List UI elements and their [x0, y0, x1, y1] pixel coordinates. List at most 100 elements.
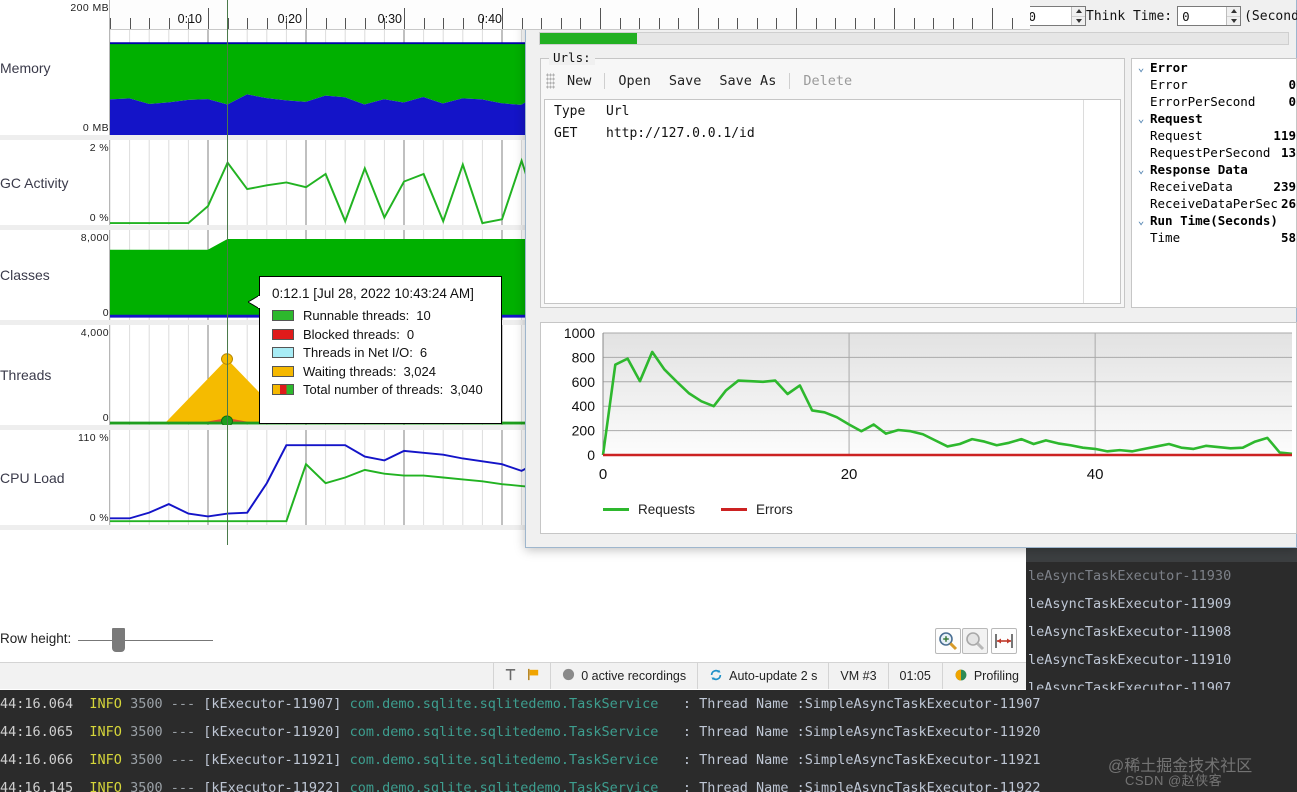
metrics-group-row[interactable]: ⌄ Run Time(Seconds)	[1132, 212, 1296, 229]
auto-update-label: Auto-update 2 s	[729, 669, 818, 683]
time-tick	[580, 18, 582, 29]
vm-cell[interactable]: VM #3	[828, 663, 887, 689]
urls-save-button[interactable]: Save	[660, 71, 711, 91]
time-tick	[306, 8, 307, 29]
list-item[interactable]: leAsyncTaskExecutor-11910	[1026, 646, 1297, 674]
time-tick	[462, 18, 464, 29]
urls-save-as-button[interactable]: Save As	[710, 71, 785, 91]
metrics-child-row[interactable]: RequestPerSecond 13	[1132, 144, 1296, 161]
row-height-label: Row height:	[0, 631, 72, 646]
chevron-down-icon[interactable]: ⌄	[1132, 214, 1150, 227]
metrics-row-value: 13	[1280, 145, 1296, 160]
zoom-out-icon[interactable]	[962, 628, 988, 654]
threads-axis-max: 4,000	[80, 327, 109, 339]
metrics-row-value: 239	[1273, 179, 1296, 194]
zoom-fit-icon[interactable]	[991, 628, 1017, 654]
time-tick	[247, 18, 249, 29]
auto-update-cell[interactable]: Auto-update 2 s	[697, 663, 828, 689]
time-cursor-line[interactable]	[227, 0, 228, 545]
chevron-down-icon[interactable]: ⌄	[1132, 112, 1150, 125]
log-line[interactable]: 44:16.065 INFO 3500 --- [kExecutor-11920…	[0, 718, 1297, 746]
toolbar-grip[interactable]	[546, 73, 555, 89]
time-tick	[933, 18, 935, 29]
urls-open-button[interactable]: Open	[609, 71, 660, 91]
tooltip-row: Waiting threads: 3,024	[272, 364, 489, 379]
metrics-tree[interactable]: ⌄ Error Error 0 ErrorPerSecond 0 ⌄ Request Reque…	[1131, 58, 1297, 308]
pin-icon[interactable]	[503, 667, 518, 685]
tooltip-row: Runnable threads: 10	[272, 308, 489, 323]
urls-legend-label: Urls:	[549, 50, 595, 65]
time-tick	[854, 18, 856, 29]
log-line[interactable]: 44:16.066 INFO 3500 --- [kExecutor-11921…	[0, 746, 1297, 774]
list-item[interactable]: leAsyncTaskExecutor-11907	[1026, 674, 1297, 690]
urls-delete-button[interactable]: Delete	[794, 71, 861, 91]
think-time-stepper-buttons[interactable]	[1226, 7, 1241, 26]
time-tick-label: 0:40	[477, 12, 502, 26]
log-line[interactable]: 44:16.064 INFO 3500 --- [kExecutor-11907…	[0, 690, 1297, 718]
metrics-group-row[interactable]: ⌄ Response Data	[1132, 161, 1296, 178]
memory-label: Memory	[0, 59, 51, 76]
log-thread: [kExecutor-11920]	[203, 724, 342, 740]
time-tick	[168, 18, 170, 29]
metrics-child-row[interactable]: ErrorPerSecond 0	[1132, 93, 1296, 110]
log-line[interactable]: 44:16.145 INFO 3500 --- [kExecutor-11922…	[0, 774, 1297, 792]
thread-name-list[interactable]: leAsyncTaskExecutor-11930 leAsyncTaskExec…	[1026, 545, 1297, 690]
chevron-down-icon[interactable]: ⌄	[1132, 61, 1150, 74]
requests-errors-chart[interactable]: 0 200 400 600 800 1000 0 20 40 Requests Errors	[540, 322, 1297, 534]
metrics-group-row[interactable]: ⌄ Error	[1132, 59, 1296, 76]
urls-toolbar[interactable]: New Open Save Save As Delete	[542, 67, 1123, 95]
log-thread: [kExecutor-11921]	[203, 752, 342, 768]
zoom-in-icon[interactable]	[935, 628, 961, 654]
profiling-cell[interactable]: Profiling	[941, 663, 1030, 689]
refresh-icon	[709, 668, 723, 685]
legend-item-requests[interactable]: Requests	[603, 502, 695, 517]
time-tick	[619, 18, 621, 29]
metrics-child-row[interactable]: ReceiveData 239	[1132, 178, 1296, 195]
log-thread: [kExecutor-11907]	[203, 696, 342, 712]
chart-y-tick-label: 1000	[564, 325, 595, 341]
time-tick	[110, 18, 111, 29]
load-test-dialog[interactable]: Time: 10 (Minutes) Requests: 1000	[525, 0, 1297, 548]
metrics-group-row[interactable]: ⌄ Request	[1132, 110, 1296, 127]
list-item[interactable]: leAsyncTaskExecutor-11908	[1026, 618, 1297, 646]
table-row[interactable]: GET http://127.0.0.1/id	[545, 122, 1120, 144]
urls-column-divider[interactable]	[1083, 100, 1084, 303]
profiling-icon	[954, 668, 968, 685]
think-time-stepper-down[interactable]	[1227, 17, 1240, 26]
elapsed-cell: 01:05	[887, 663, 942, 689]
metrics-row-name: Error	[1150, 60, 1188, 75]
metrics-row-name: RequestPerSecond	[1150, 145, 1271, 160]
chevron-down-icon[interactable]: ⌄	[1132, 163, 1150, 176]
tooltip-row-label: Blocked threads:	[303, 326, 400, 342]
tooltip-pointer	[248, 295, 260, 309]
metrics-child-row[interactable]: Error 0	[1132, 76, 1296, 93]
urls-new-button[interactable]: New	[558, 71, 600, 91]
status-bar-icon-group[interactable]	[493, 663, 550, 689]
active-recordings-label: 0 active recordings	[581, 669, 687, 683]
legend-line-errors	[721, 507, 748, 511]
tooltip-color-swatch	[272, 384, 294, 395]
time-tick	[325, 18, 327, 29]
legend-item-errors[interactable]: Errors	[721, 502, 793, 517]
think-time-input[interactable]: 0	[1178, 7, 1226, 25]
time-axis-ruler[interactable]: 0:10 0:20 0:30 0:40	[110, 0, 1030, 30]
metrics-child-row[interactable]: Request 119	[1132, 127, 1296, 144]
row-height-slider-thumb[interactable]	[112, 628, 125, 652]
urls-table[interactable]: Type Url GET http://127.0.0.1/id	[544, 99, 1121, 304]
metrics-child-row[interactable]: ReceiveDataPerSecond26	[1132, 195, 1296, 212]
console-log[interactable]: 44:16.064 INFO 3500 --- [kExecutor-11907…	[0, 690, 1297, 792]
list-item[interactable]: leAsyncTaskExecutor-11930	[1026, 562, 1297, 590]
users-stepper-down[interactable]	[1072, 17, 1085, 26]
users-stepper-up[interactable]	[1072, 7, 1086, 17]
thread-list-body[interactable]: leAsyncTaskExecutor-11930 leAsyncTaskExec…	[1026, 562, 1297, 690]
flag-icon[interactable]	[526, 667, 541, 685]
row-height-slider-track[interactable]	[78, 640, 213, 641]
urls-table-header: Type Url	[545, 100, 1120, 122]
users-stepper-buttons[interactable]	[1071, 7, 1086, 26]
vm-label: VM #3	[840, 669, 877, 683]
metrics-child-row[interactable]: Time 58	[1132, 229, 1296, 246]
active-recordings-cell[interactable]: 0 active recordings	[550, 663, 697, 689]
list-item[interactable]: leAsyncTaskExecutor-11909	[1026, 590, 1297, 618]
think-time-stepper[interactable]: 0	[1177, 6, 1242, 26]
think-time-stepper-up[interactable]	[1227, 7, 1241, 17]
